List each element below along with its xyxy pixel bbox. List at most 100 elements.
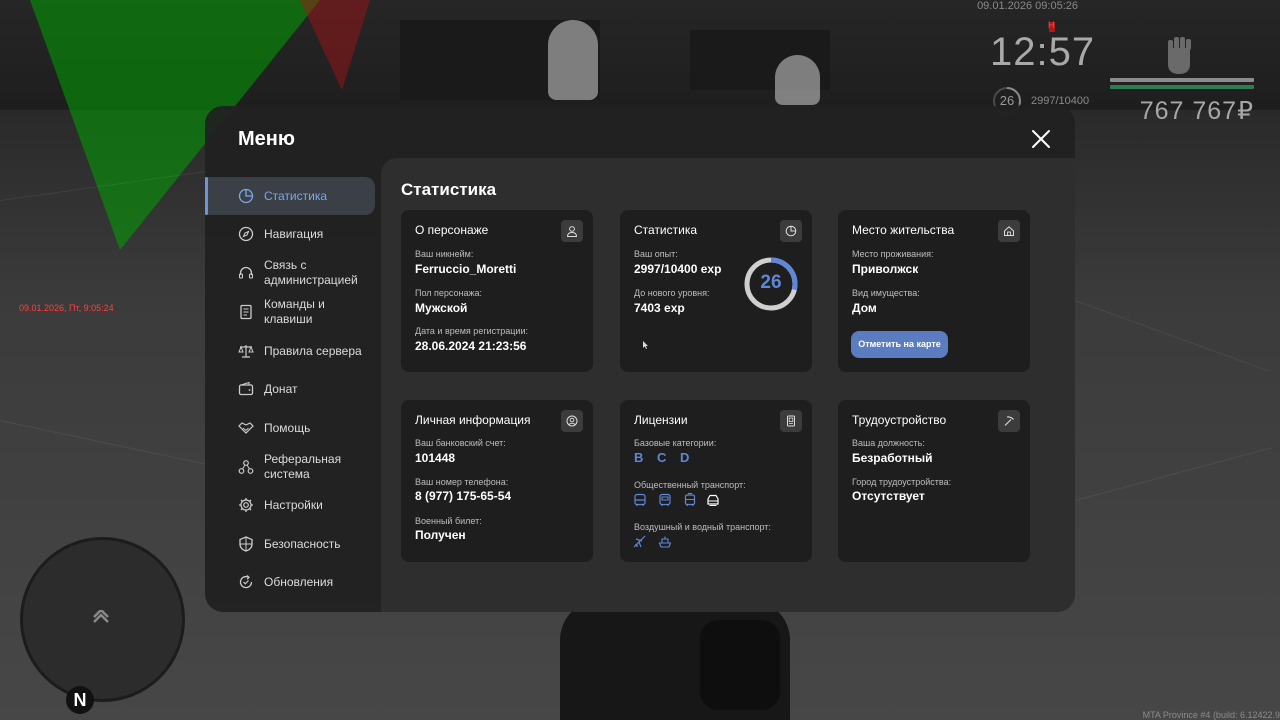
hud-money: 767 767₽ [1139, 97, 1254, 125]
handshake-icon [238, 422, 254, 434]
field-label: Военный билет: [415, 516, 482, 526]
field-label: Город трудоустройства: [852, 477, 952, 487]
card-icon-button [998, 220, 1020, 242]
fist-icon [1168, 37, 1191, 74]
hud-datetime: 09.01.2026 09:05:26 [977, 0, 1078, 12]
license-icon [787, 415, 795, 427]
compass-icon [238, 226, 254, 242]
sidebar-item-statistics[interactable]: Статистика [205, 177, 375, 215]
exp-value: 2997/10400 exp [634, 262, 722, 276]
sidebar-item-label: Реферальная система [264, 452, 342, 481]
registration-date-value: 28.06.2024 21:23:56 [415, 339, 527, 353]
player-bag [700, 620, 780, 710]
floor-line [1075, 446, 1274, 501]
sidebar-item-donate[interactable]: Донат [205, 370, 375, 408]
sidebar-item-help[interactable]: Помощь [205, 409, 375, 447]
npc-person [548, 20, 598, 100]
pie-chart-icon [785, 225, 797, 237]
floor-line [1074, 300, 1268, 372]
field-label: Ваш никнейм: [415, 249, 474, 259]
card-character: О персонаже Ваш никнейм: Ferruccio_Moret… [401, 210, 593, 372]
sidebar-item-label: Правила сервера [264, 343, 362, 358]
level-number: 26 [760, 272, 782, 293]
card-icon-button [998, 410, 1020, 432]
exp-remaining-value: 7403 exp [634, 301, 685, 315]
bus-icon [659, 493, 671, 506]
sidebar-item-label: Помощь [264, 420, 311, 435]
sidebar-item-label: Донат [264, 381, 298, 396]
card-icon-button [561, 220, 583, 242]
sidebar-item-label: Обновления [264, 574, 334, 589]
referral-icon [238, 460, 254, 474]
field-label: Общественный транспорт: [634, 480, 746, 490]
card-icon-button [561, 410, 583, 432]
content-panel: Статистика О персонаже Ваш никнейм: Ferr… [381, 158, 1075, 612]
close-icon[interactable] [1031, 129, 1051, 149]
field-label: Ваш банковский счет: [415, 438, 506, 448]
sidebar-item-admin-contact[interactable]: Связь с администрацией [205, 254, 375, 292]
sidebar-item-label: Безопасность [264, 536, 341, 551]
refresh-icon [239, 575, 253, 589]
menu-window: Меню Статистика Навигация Связь с админи… [205, 106, 1075, 612]
sidebar-item-label: Настройки [264, 497, 323, 512]
health-bar [1110, 78, 1254, 82]
card-statistics: Статистика Ваш опыт: 2997/10400 exp До н… [620, 210, 812, 372]
sidebar-item-commands[interactable]: Команды и клавиши [205, 293, 375, 331]
user-circle-icon [566, 415, 578, 427]
headset-icon [238, 266, 254, 279]
sidebar-item-label: Статистика [264, 188, 328, 203]
sidebar-item-settings[interactable]: Настройки [205, 486, 375, 524]
mark-on-map-button[interactable]: Отметить на карте [851, 331, 948, 358]
scales-icon [238, 345, 254, 358]
field-label: Ваша должность: [852, 438, 925, 448]
card-title: Личная информация [415, 413, 531, 427]
job-position-value: Безработный [852, 451, 933, 465]
sidebar-item-label: Навигация [264, 226, 324, 241]
sidebar-item-rules[interactable]: Правила сервера [205, 332, 375, 370]
pickaxe-icon [1004, 416, 1014, 426]
field-label: Дата и время регистрации: [415, 326, 528, 336]
wallet-icon [238, 381, 254, 396]
card-personal-info: Личная информация Ваш банковский счет: 1… [401, 400, 593, 562]
hud-status-bars [1110, 78, 1254, 92]
card-employment: Трудоустройство Ваша должность: Безработ… [838, 400, 1030, 562]
sidebar-item-label: Связь с администрацией [264, 258, 358, 287]
plane-icon [633, 535, 646, 548]
tram-icon [684, 493, 696, 507]
job-city-value: Отсутствует [852, 489, 925, 503]
card-icon-button [780, 220, 802, 242]
sidebar-item-navigation[interactable]: Навигация [205, 215, 375, 253]
npc-person [775, 55, 820, 105]
nickname-value: Ferruccio_Moretti [415, 262, 517, 276]
sidebar-item-security[interactable]: Безопасность [205, 525, 375, 563]
player-arrow-icon [93, 610, 109, 623]
card-residence: Место жительства Место проживания: Приво… [838, 210, 1030, 372]
card-title: Лицензии [634, 413, 688, 427]
license-categories: B C D [634, 450, 697, 465]
city-value: Приволжск [852, 262, 919, 276]
field-label: Ваш опыт: [634, 249, 678, 259]
pie-chart-icon [238, 188, 254, 204]
field-label: До нового уровня: [634, 288, 710, 298]
card-title: Трудоустройство [852, 413, 947, 427]
bank-account-value: 101448 [415, 451, 456, 465]
hud-marker-letter: Н [1048, 20, 1055, 30]
gender-value: Мужской [415, 301, 468, 315]
property-type-value: Дом [852, 301, 877, 315]
license-category-d: D [680, 450, 692, 465]
compass-north-icon: N [66, 686, 94, 714]
home-icon [1004, 226, 1014, 236]
sidebar-item-updates[interactable]: Обновления [205, 563, 375, 601]
build-info: MTA Province #4 (build: 6.12422.9 [1142, 710, 1280, 720]
gear-icon [239, 498, 253, 512]
card-title: Статистика [634, 223, 698, 237]
shield-icon [239, 536, 253, 552]
military-id-value: Получен [415, 528, 466, 542]
taxi-icon [707, 494, 719, 507]
field-label: Место проживания: [852, 249, 934, 259]
user-icon [566, 226, 578, 237]
sidebar-item-referral[interactable]: Реферальная система [205, 448, 375, 486]
field-label: Пол персонажа: [415, 288, 483, 298]
hud-server-datetime: 09.01.2026, Пт, 9:05:24 [19, 303, 114, 313]
menu-title: Меню [238, 128, 295, 150]
